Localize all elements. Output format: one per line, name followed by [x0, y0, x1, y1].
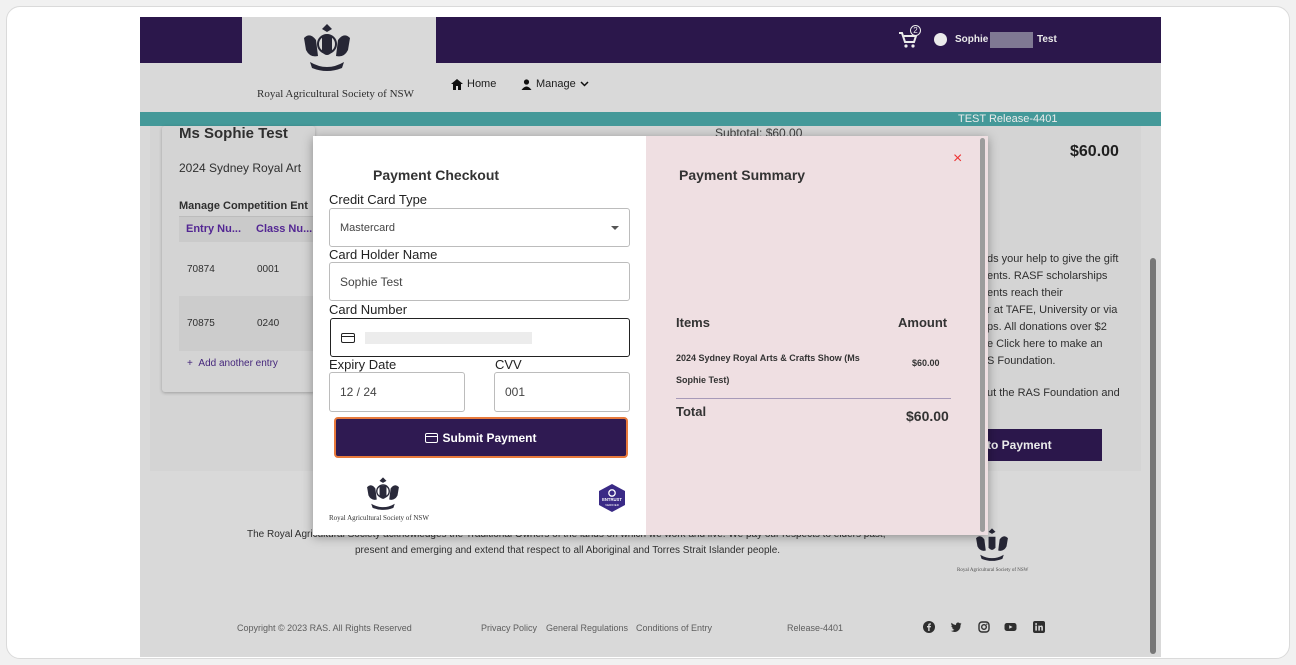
submit-payment-label: Submit Payment — [442, 430, 537, 445]
modal-scrollbar[interactable] — [980, 138, 985, 532]
payment-summary-panel — [646, 136, 988, 535]
checkout-title: Payment Checkout — [373, 167, 500, 183]
close-icon[interactable]: × — [953, 150, 962, 168]
cvv-input[interactable]: 001 — [494, 372, 630, 412]
summary-amount-header: Amount — [898, 315, 948, 330]
summary-total-label: Total — [676, 404, 707, 419]
summary-title: Payment Summary — [679, 167, 806, 183]
summary-items-header: Items — [676, 315, 710, 330]
summary-divider — [676, 398, 951, 399]
holder-name-value: Sophie Test — [340, 274, 403, 289]
summary-item-description: 2024 Sydney Royal Arts & Crafts Show (Ms… — [676, 353, 860, 385]
entrust-badge-text: ENTRUST — [602, 497, 622, 502]
summary-total-value: $60.00 — [906, 408, 949, 424]
expiry-date-label: Expiry Date — [329, 357, 397, 372]
submit-payment-button[interactable]: Submit Payment — [334, 417, 628, 458]
expiry-date-value: 12 / 24 — [340, 385, 377, 399]
page-scrollbar[interactable] — [1150, 258, 1156, 654]
card-type-select[interactable]: Mastercard — [329, 208, 630, 247]
expiry-date-input[interactable]: 12 / 24 — [329, 372, 465, 412]
crest-logo-icon — [367, 477, 399, 510]
entrust-badge-icon: ENTRUST VERIFIED — [599, 484, 625, 512]
cvv-value: 001 — [505, 385, 526, 399]
credit-card-icon — [341, 332, 355, 343]
card-type-label: Credit Card Type — [329, 192, 428, 207]
modal-crest-text: Royal Agricultural Society of NSW — [329, 514, 429, 522]
holder-name-label: Card Holder Name — [329, 247, 438, 262]
card-type-value: Mastercard — [340, 221, 396, 234]
cvv-label: CVV — [495, 357, 522, 372]
entrust-badge-subtext: VERIFIED — [605, 503, 620, 507]
dropdown-caret-icon — [611, 226, 619, 230]
redacted-card-number — [365, 331, 532, 344]
card-number-input[interactable] — [330, 318, 630, 357]
summary-item-amount: $60.00 — [912, 358, 940, 368]
holder-name-input[interactable]: Sophie Test — [329, 262, 630, 301]
card-number-label: Card Number — [329, 302, 408, 317]
payment-modal: × Payment Checkout Credit Card Type Mast… — [313, 136, 988, 535]
credit-card-icon — [425, 432, 439, 443]
